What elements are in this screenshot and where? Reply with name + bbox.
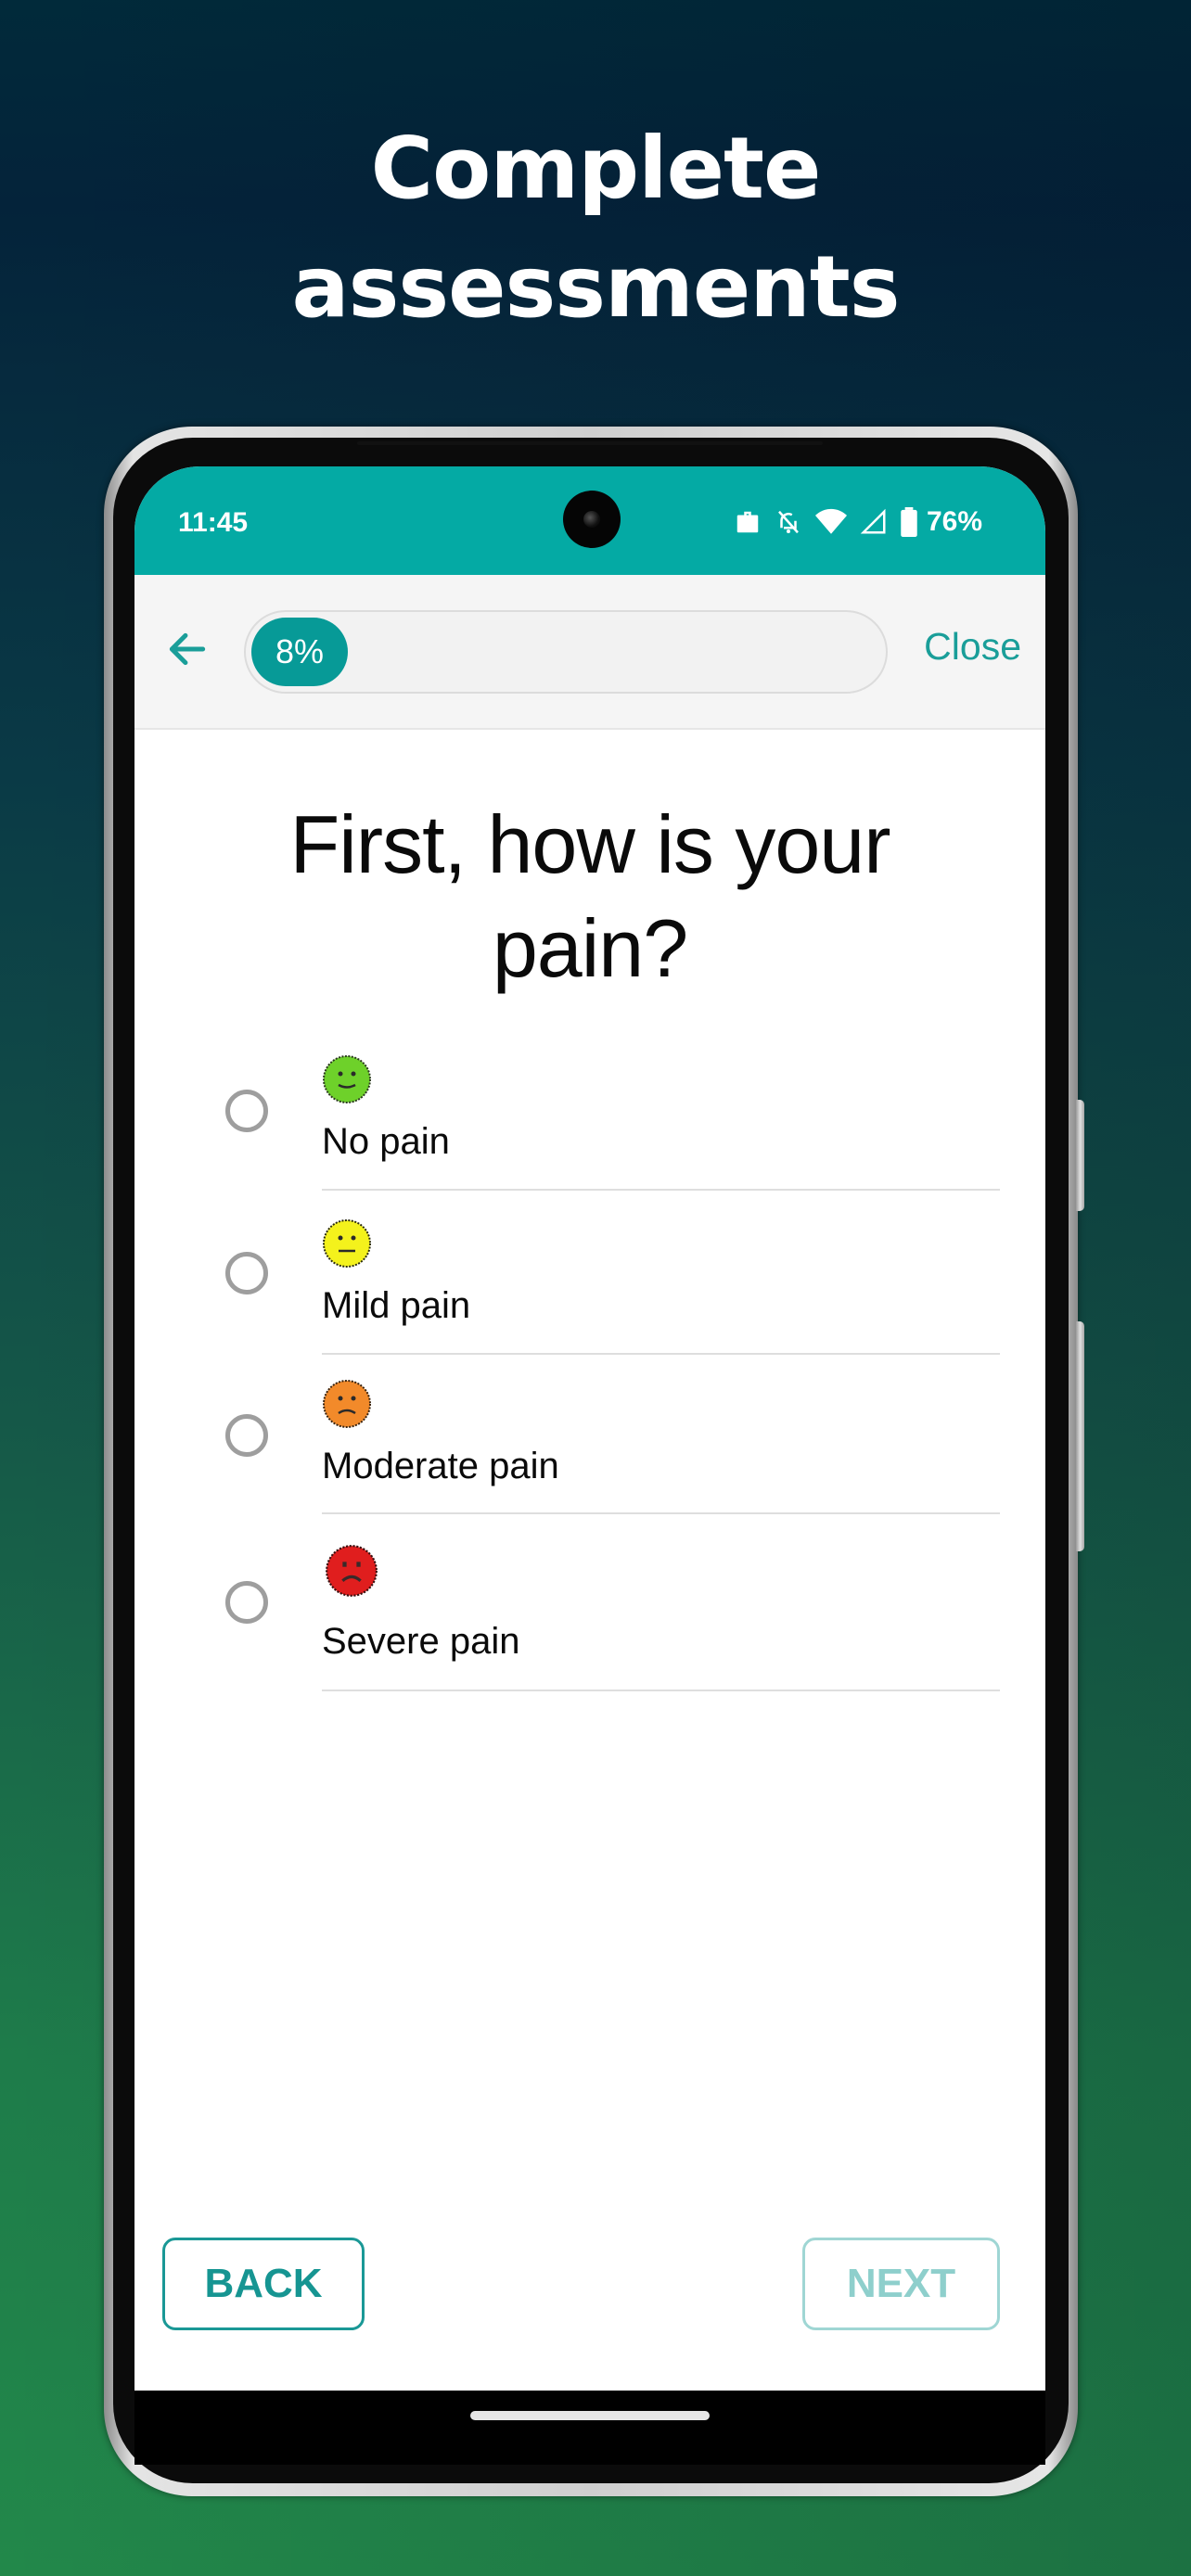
home-indicator[interactable] [470, 2411, 710, 2420]
progress-label: 8% [275, 632, 325, 670]
option-label: Mild pain [322, 1285, 471, 1326]
headline-line-1: Complete [370, 119, 822, 218]
radio-button[interactable] [225, 1090, 268, 1132]
smiley-neutral-icon [323, 1219, 371, 1268]
next-button[interactable]: NEXT [802, 2238, 1000, 2330]
option-label: Severe pain [322, 1621, 520, 1662]
wifi-icon [814, 508, 847, 534]
status-time: 11:45 [178, 507, 249, 538]
divider [322, 1189, 1000, 1191]
front-camera [563, 491, 621, 548]
cell-signal-icon [860, 508, 886, 534]
work-profile-icon [736, 511, 759, 533]
divider [322, 1353, 1000, 1355]
progress-fill: 8% [251, 618, 348, 686]
battery-icon [901, 507, 917, 537]
headline-line-2: assessments [291, 237, 900, 337]
progress-bar: 8% [244, 610, 888, 694]
earpiece-speaker [357, 441, 823, 445]
phone-screen: 11:45 76% 8% Close First, how is your pa… [134, 466, 1045, 2391]
option-label: No pain [322, 1121, 450, 1162]
assessment-header: 8% Close [134, 575, 1045, 730]
arrow-left-icon[interactable] [164, 626, 211, 672]
smiley-happy-icon [323, 1055, 371, 1103]
smiley-crying-icon [326, 1545, 378, 1597]
volume-button [1076, 1321, 1084, 1551]
divider [322, 1690, 1000, 1691]
question-title: First, how is your pain? [289, 798, 890, 994]
radio-button[interactable] [225, 1581, 268, 1624]
promo-headline: Complete assessments [0, 109, 1191, 347]
back-button[interactable]: BACK [162, 2238, 365, 2330]
smiley-sad-icon [323, 1380, 371, 1428]
close-button[interactable]: Close [924, 625, 1021, 669]
option-label: Moderate pain [322, 1446, 559, 1486]
status-icons: 76% [734, 504, 982, 541]
radio-button[interactable] [225, 1252, 268, 1294]
divider [322, 1512, 1000, 1514]
system-nav-bar [134, 2391, 1045, 2465]
power-button [1076, 1100, 1084, 1211]
status-bar: 11:45 76% [134, 466, 1045, 575]
radio-button[interactable] [225, 1414, 268, 1457]
notifications-off-icon [778, 510, 799, 534]
battery-percent: 76% [926, 506, 982, 537]
